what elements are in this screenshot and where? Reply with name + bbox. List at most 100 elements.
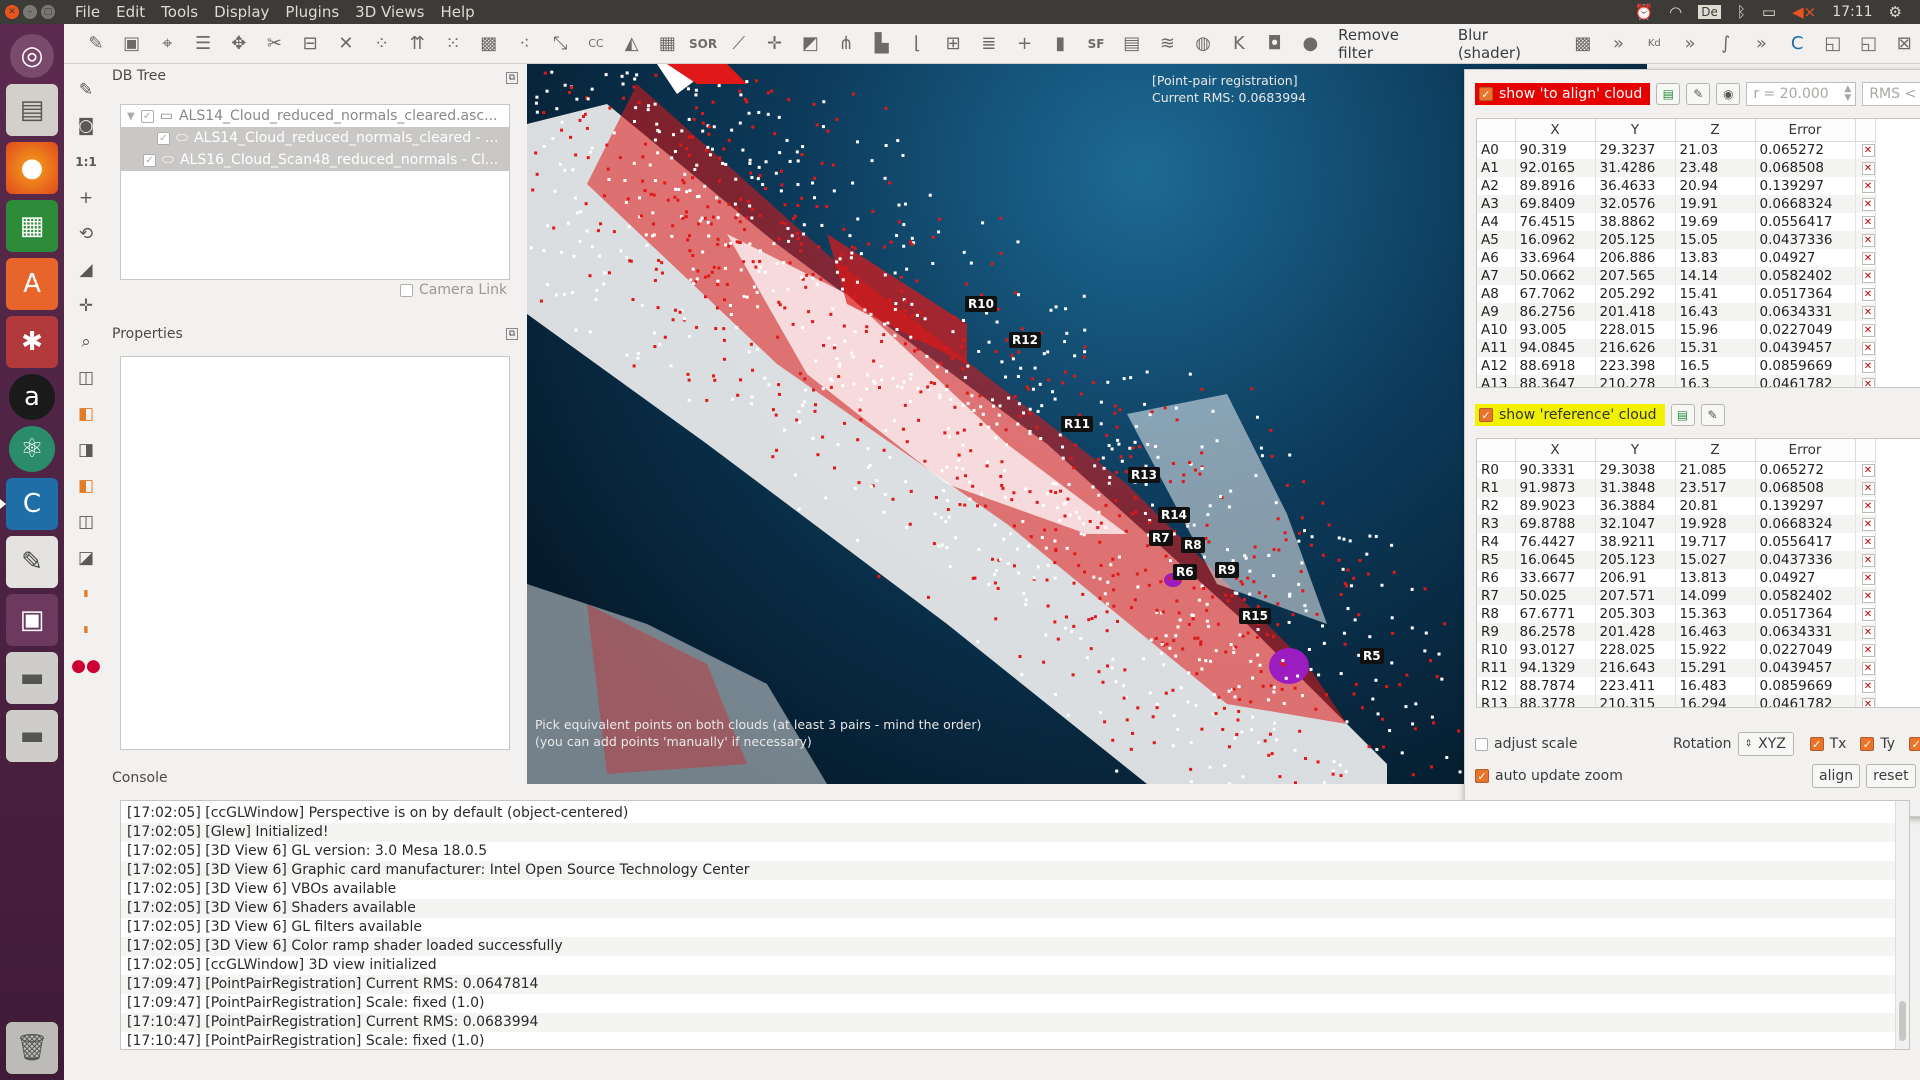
octree-icon[interactable]: ▩	[473, 28, 505, 60]
tree-item-als14-cloud[interactable]: ✓ ⬭ ALS14_Cloud_reduced_normals_cleared …	[121, 127, 509, 149]
delete-icon[interactable]: ✕	[330, 28, 362, 60]
remove-point-icon[interactable]: ✕	[1861, 607, 1875, 621]
tree-checkbox[interactable]: ✓	[140, 109, 154, 123]
curve-icon[interactable]: ∫	[1710, 28, 1742, 60]
front-view-icon[interactable]: ◧	[68, 396, 104, 432]
remove-point-icon[interactable]: ✕	[1861, 323, 1875, 337]
firefox-icon[interactable]: ●	[6, 142, 58, 194]
iso-view-icon[interactable]: ◪	[68, 540, 104, 576]
remove-point-icon[interactable]: ✕	[1861, 197, 1875, 211]
camera-icon[interactable]: ◘	[1259, 28, 1291, 60]
remove-point-icon[interactable]: ✕	[1861, 535, 1875, 549]
more-toolbar-icon-2[interactable]: »	[1674, 28, 1706, 60]
remove-point-icon[interactable]: ✕	[1861, 215, 1875, 229]
sf-icon[interactable]: SF	[1080, 28, 1112, 60]
blur-shader-button[interactable]: Blur (shader)	[1450, 26, 1563, 62]
cloudcompare-icon[interactable]: C	[0, 478, 58, 530]
render-icon[interactable]: ▤	[1116, 28, 1148, 60]
spin-arrows-icon[interactable]: ▲ ▼	[1844, 85, 1851, 103]
show-reference-cloud-toggle[interactable]: ✓ show 'reference' cloud	[1475, 404, 1665, 426]
wifi-icon[interactable]: ◠	[1669, 3, 1682, 21]
remove-point-icon[interactable]: ✕	[1861, 341, 1875, 355]
menu-help[interactable]: Help	[440, 3, 474, 21]
align-point-row[interactable]: A2 89.8916 36.4633 20.94 0.139297 ✕	[1477, 177, 1876, 195]
remove-point-icon[interactable]: ✕	[1861, 143, 1875, 157]
reference-point-row[interactable]: R0 90.3331 29.3038 21.085 0.065272 ✕	[1477, 461, 1876, 479]
move-icon[interactable]: ✛	[759, 28, 791, 60]
remove-point-icon[interactable]: ✕	[1861, 553, 1875, 567]
point-picking-icon[interactable]: ⌖	[151, 28, 183, 60]
zoom-1to1-icon[interactable]: 1:1	[68, 144, 104, 180]
db-tree-undock-icon[interactable]: ⧉	[506, 72, 518, 84]
sample-points-icon[interactable]: ⁘	[366, 28, 398, 60]
segment-icon[interactable]: ✂	[259, 28, 291, 60]
point-label-r15[interactable]: R15	[1239, 608, 1271, 624]
align-point-row[interactable]: A7 50.0662 207.565 14.14 0.0582402 ✕	[1477, 267, 1876, 285]
remove-filter-button[interactable]: Remove filter	[1330, 26, 1446, 62]
remove-point-icon[interactable]: ✕	[1861, 287, 1875, 301]
cc-icon[interactable]: CC	[580, 28, 612, 60]
remove-point-icon[interactable]: ✕	[1861, 463, 1875, 477]
radius-field[interactable]: r = 20.000 ▲ ▼	[1746, 82, 1857, 106]
remove-point-icon[interactable]: ✕	[1861, 269, 1875, 283]
hide-icon[interactable]: ◍	[1187, 28, 1219, 60]
point-label-r8[interactable]: R8	[1181, 537, 1205, 553]
align-sphere-icon[interactable]: ◉	[1716, 83, 1741, 105]
histogram-icon[interactable]: ▙	[866, 28, 898, 60]
point-label-r14[interactable]: R14	[1158, 507, 1190, 523]
col-header-y[interactable]: Y	[1595, 119, 1676, 142]
software-center-icon[interactable]: A	[6, 258, 58, 310]
point-label-r7[interactable]: R7	[1149, 530, 1173, 546]
adjust-scale-checkbox[interactable]	[1475, 737, 1488, 751]
console-scrollbar[interactable]	[1895, 801, 1909, 1049]
col-header-error[interactable]: Error	[1755, 439, 1856, 462]
battery-icon[interactable]: ▭	[1762, 3, 1776, 21]
reference-point-row[interactable]: R4 76.4427 38.9211 19.717 0.0556417 ✕	[1477, 533, 1876, 551]
close-window-icon[interactable]: ✕	[5, 5, 19, 19]
align-button[interactable]: align	[1812, 764, 1861, 788]
remove-point-icon[interactable]: ✕	[1861, 517, 1875, 531]
ubuntu-dash-icon[interactable]: ◎	[10, 34, 54, 78]
atom-editor-icon[interactable]: ⚛	[9, 426, 55, 472]
pivot-icon[interactable]: +	[68, 180, 104, 216]
checkerboard-icon[interactable]: ▦	[652, 28, 684, 60]
rms-threshold-field[interactable]: RMS < 10% ▲▼	[1862, 82, 1920, 106]
show-reference-checkbox[interactable]: ✓	[1479, 408, 1493, 422]
align-point-row[interactable]: A6 33.6964 206.886 13.83 0.04927 ✕	[1477, 249, 1876, 267]
menu-edit[interactable]: Edit	[116, 3, 145, 21]
alarm-clock-icon[interactable]: ⏰	[1634, 3, 1653, 21]
remove-point-icon[interactable]: ✕	[1861, 499, 1875, 513]
remove-point-icon[interactable]: ✕	[1861, 679, 1875, 693]
remove-point-icon[interactable]: ✕	[1861, 571, 1875, 585]
col-header-y[interactable]: Y	[1595, 439, 1676, 462]
point-label-r5[interactable]: R5	[1360, 648, 1384, 664]
remove-point-icon[interactable]: ✕	[1861, 179, 1875, 193]
camera-link-checkbox[interactable]	[400, 283, 413, 297]
col-header-z[interactable]: Z	[1675, 439, 1756, 462]
align-edit-icon[interactable]: ✎	[1686, 83, 1711, 105]
kd-tree-icon[interactable]: Kd	[1638, 28, 1670, 60]
col-header-x[interactable]: X	[1515, 119, 1596, 142]
align-point-row[interactable]: A11 94.0845 216.626 15.31 0.0439457 ✕	[1477, 339, 1876, 357]
remove-point-icon[interactable]: ✕	[1861, 359, 1875, 373]
list-icon[interactable]: ☰	[187, 28, 219, 60]
translate-rotate-icon[interactable]: ✥	[223, 28, 255, 60]
open-icon[interactable]: ✎	[80, 28, 112, 60]
rotation-select[interactable]: ⇕ XYZ	[1737, 732, 1794, 756]
ty-checkbox[interactable]: ✓	[1860, 737, 1875, 751]
point-label-r12[interactable]: R12	[1009, 332, 1041, 348]
merge-icon[interactable]: ⊟	[294, 28, 326, 60]
k-tool-icon[interactable]: K	[1223, 28, 1255, 60]
sor-filter-icon[interactable]: SOR	[687, 28, 719, 60]
pipette-icon[interactable]: ✎	[68, 72, 104, 108]
show-align-checkbox[interactable]: ✓	[1479, 87, 1493, 101]
align-point-row[interactable]: A12 88.6918 223.398 16.5 0.0859669 ✕	[1477, 357, 1876, 375]
tree-icon[interactable]: ⋔	[830, 28, 862, 60]
amazon-icon[interactable]: a	[9, 374, 55, 420]
reference-point-row[interactable]: R7 50.025 207.571 14.099 0.0582402 ✕	[1477, 587, 1876, 605]
adjust-scale-option[interactable]: adjust scale	[1475, 736, 1578, 752]
tree-checkbox[interactable]: ✓	[143, 153, 156, 167]
workspace-switcher-icon[interactable]: ▣	[6, 594, 58, 646]
minimize-window-icon[interactable]: –	[23, 5, 37, 19]
gradient-icon[interactable]: ▮	[1044, 28, 1076, 60]
